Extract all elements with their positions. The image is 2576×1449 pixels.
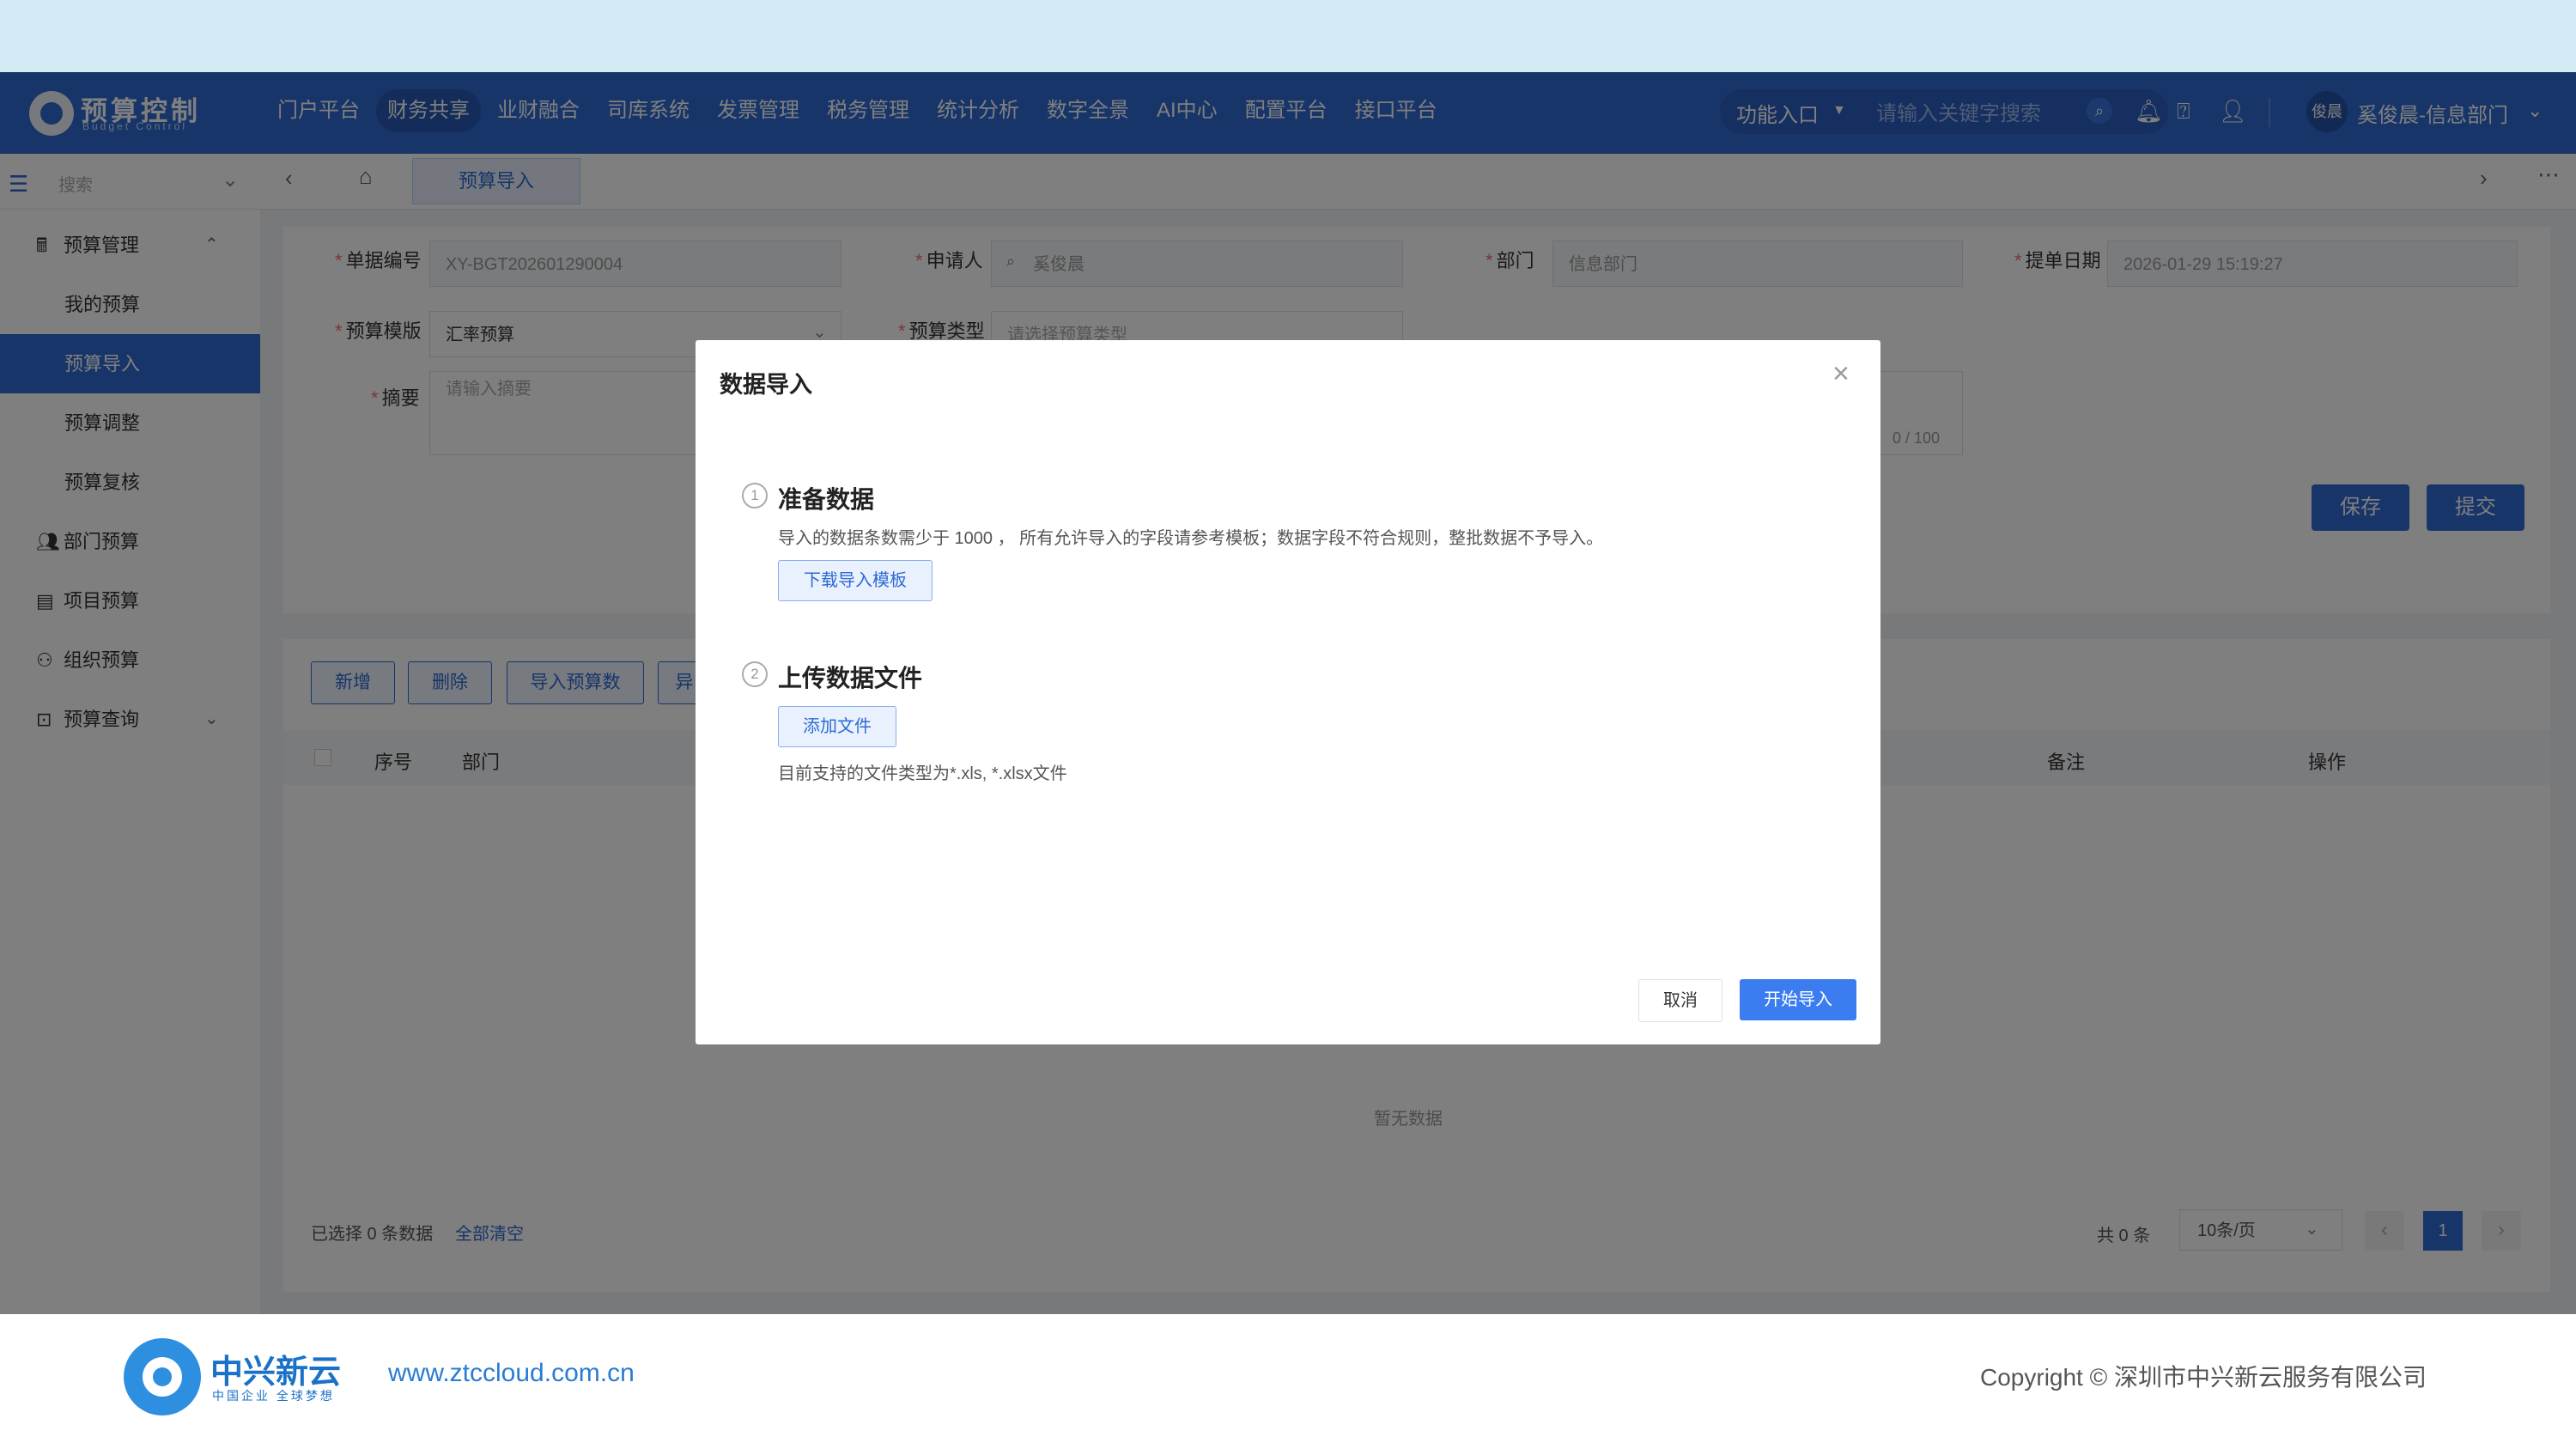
- copyright: Copyright © 深圳市中兴新云服务有限公司: [1980, 1364, 2427, 1391]
- download-template-button[interactable]: 下载导入模板: [778, 560, 933, 601]
- footer: 中兴新云 中国企业 全球梦想 www.ztccloud.com.cn Copyr…: [0, 1314, 2576, 1449]
- step-1-number: 1: [742, 483, 768, 508]
- close-icon[interactable]: ×: [1832, 357, 1850, 391]
- step-1-title: 准备数据: [778, 486, 875, 513]
- dialog-title: 数据导入: [720, 372, 812, 398]
- data-import-dialog: 数据导入 × 1 准备数据 导入的数据条数需少于 1000 ， 所有允许导入的字…: [696, 340, 1880, 1044]
- step-2-title: 上传数据文件: [778, 665, 923, 691]
- company-url[interactable]: www.ztccloud.com.cn: [388, 1359, 635, 1388]
- company-slogan: 中国企业 全球梦想: [212, 1389, 335, 1403]
- file-type-hint: 目前支持的文件类型为*.xls, *.xlsx文件: [778, 764, 1067, 783]
- start-import-button[interactable]: 开始导入: [1740, 979, 1856, 1020]
- add-file-button[interactable]: 添加文件: [778, 706, 896, 747]
- company-logo-icon: [124, 1338, 201, 1416]
- company-brand: 中兴新云: [210, 1355, 342, 1391]
- step-1-description: 导入的数据条数需少于 1000 ， 所有允许导入的字段请参考模板；数据字段不符合…: [778, 529, 1604, 548]
- step-2-number: 2: [742, 661, 768, 687]
- page-top-band: [0, 0, 2576, 72]
- cancel-button[interactable]: 取消: [1638, 979, 1722, 1022]
